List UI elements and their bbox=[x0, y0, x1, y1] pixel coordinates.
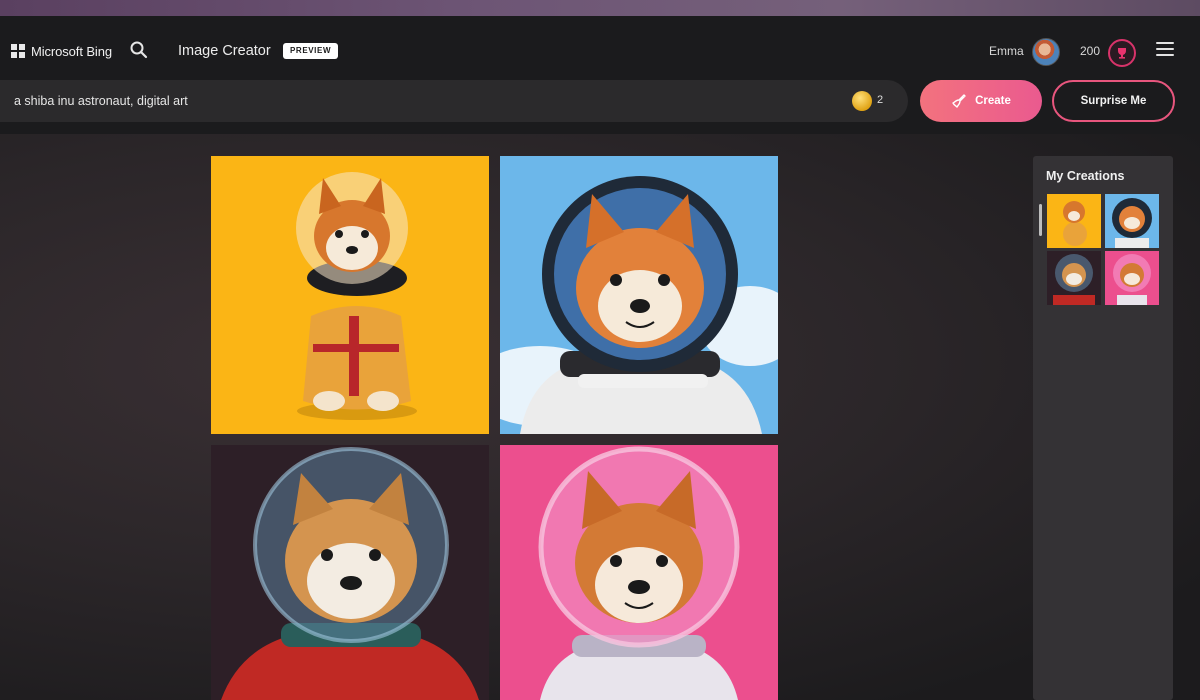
generated-image-1[interactable] bbox=[211, 156, 489, 434]
prompt-bar: 2 bbox=[0, 80, 908, 122]
window-top-strip bbox=[0, 0, 1200, 16]
generated-image-2[interactable] bbox=[500, 156, 778, 434]
creations-scrollbar[interactable] bbox=[1039, 204, 1042, 236]
creation-thumbnail-1[interactable] bbox=[1047, 194, 1101, 248]
boost-count: 2 bbox=[877, 94, 884, 106]
creation-thumbnail-4[interactable] bbox=[1105, 251, 1159, 305]
preview-badge: PREVIEW bbox=[283, 43, 339, 59]
bing-brand[interactable]: Microsoft Bing bbox=[11, 42, 112, 60]
surprise-me-button[interactable]: Surprise Me bbox=[1052, 80, 1175, 122]
create-brush-icon bbox=[952, 94, 966, 108]
app-title[interactable]: Image Creator bbox=[178, 43, 271, 59]
create-button[interactable]: Create bbox=[920, 80, 1042, 122]
generated-image-4[interactable] bbox=[500, 445, 778, 700]
my-creations-title: My Creations bbox=[1046, 169, 1125, 183]
creation-thumbnail-2[interactable] bbox=[1105, 194, 1159, 248]
rewards-trophy-icon[interactable] bbox=[1108, 39, 1136, 67]
generated-image-3[interactable] bbox=[211, 445, 489, 700]
create-label: Create bbox=[975, 95, 1011, 107]
boost-coin-icon bbox=[852, 91, 872, 111]
main-content: My Creations bbox=[0, 134, 1200, 700]
user-name[interactable]: Emma bbox=[989, 44, 1024, 58]
rewards-count: 200 bbox=[1080, 44, 1101, 58]
avatar[interactable] bbox=[1032, 38, 1060, 66]
hamburger-menu-icon[interactable] bbox=[1156, 42, 1174, 58]
microsoft-logo-icon bbox=[11, 44, 25, 58]
search-icon[interactable] bbox=[129, 40, 149, 60]
creation-thumbnail-3[interactable] bbox=[1047, 251, 1101, 305]
prompt-input[interactable] bbox=[14, 80, 794, 122]
brand-label: Microsoft Bing bbox=[31, 43, 112, 59]
my-creations-panel: My Creations bbox=[1033, 156, 1173, 700]
